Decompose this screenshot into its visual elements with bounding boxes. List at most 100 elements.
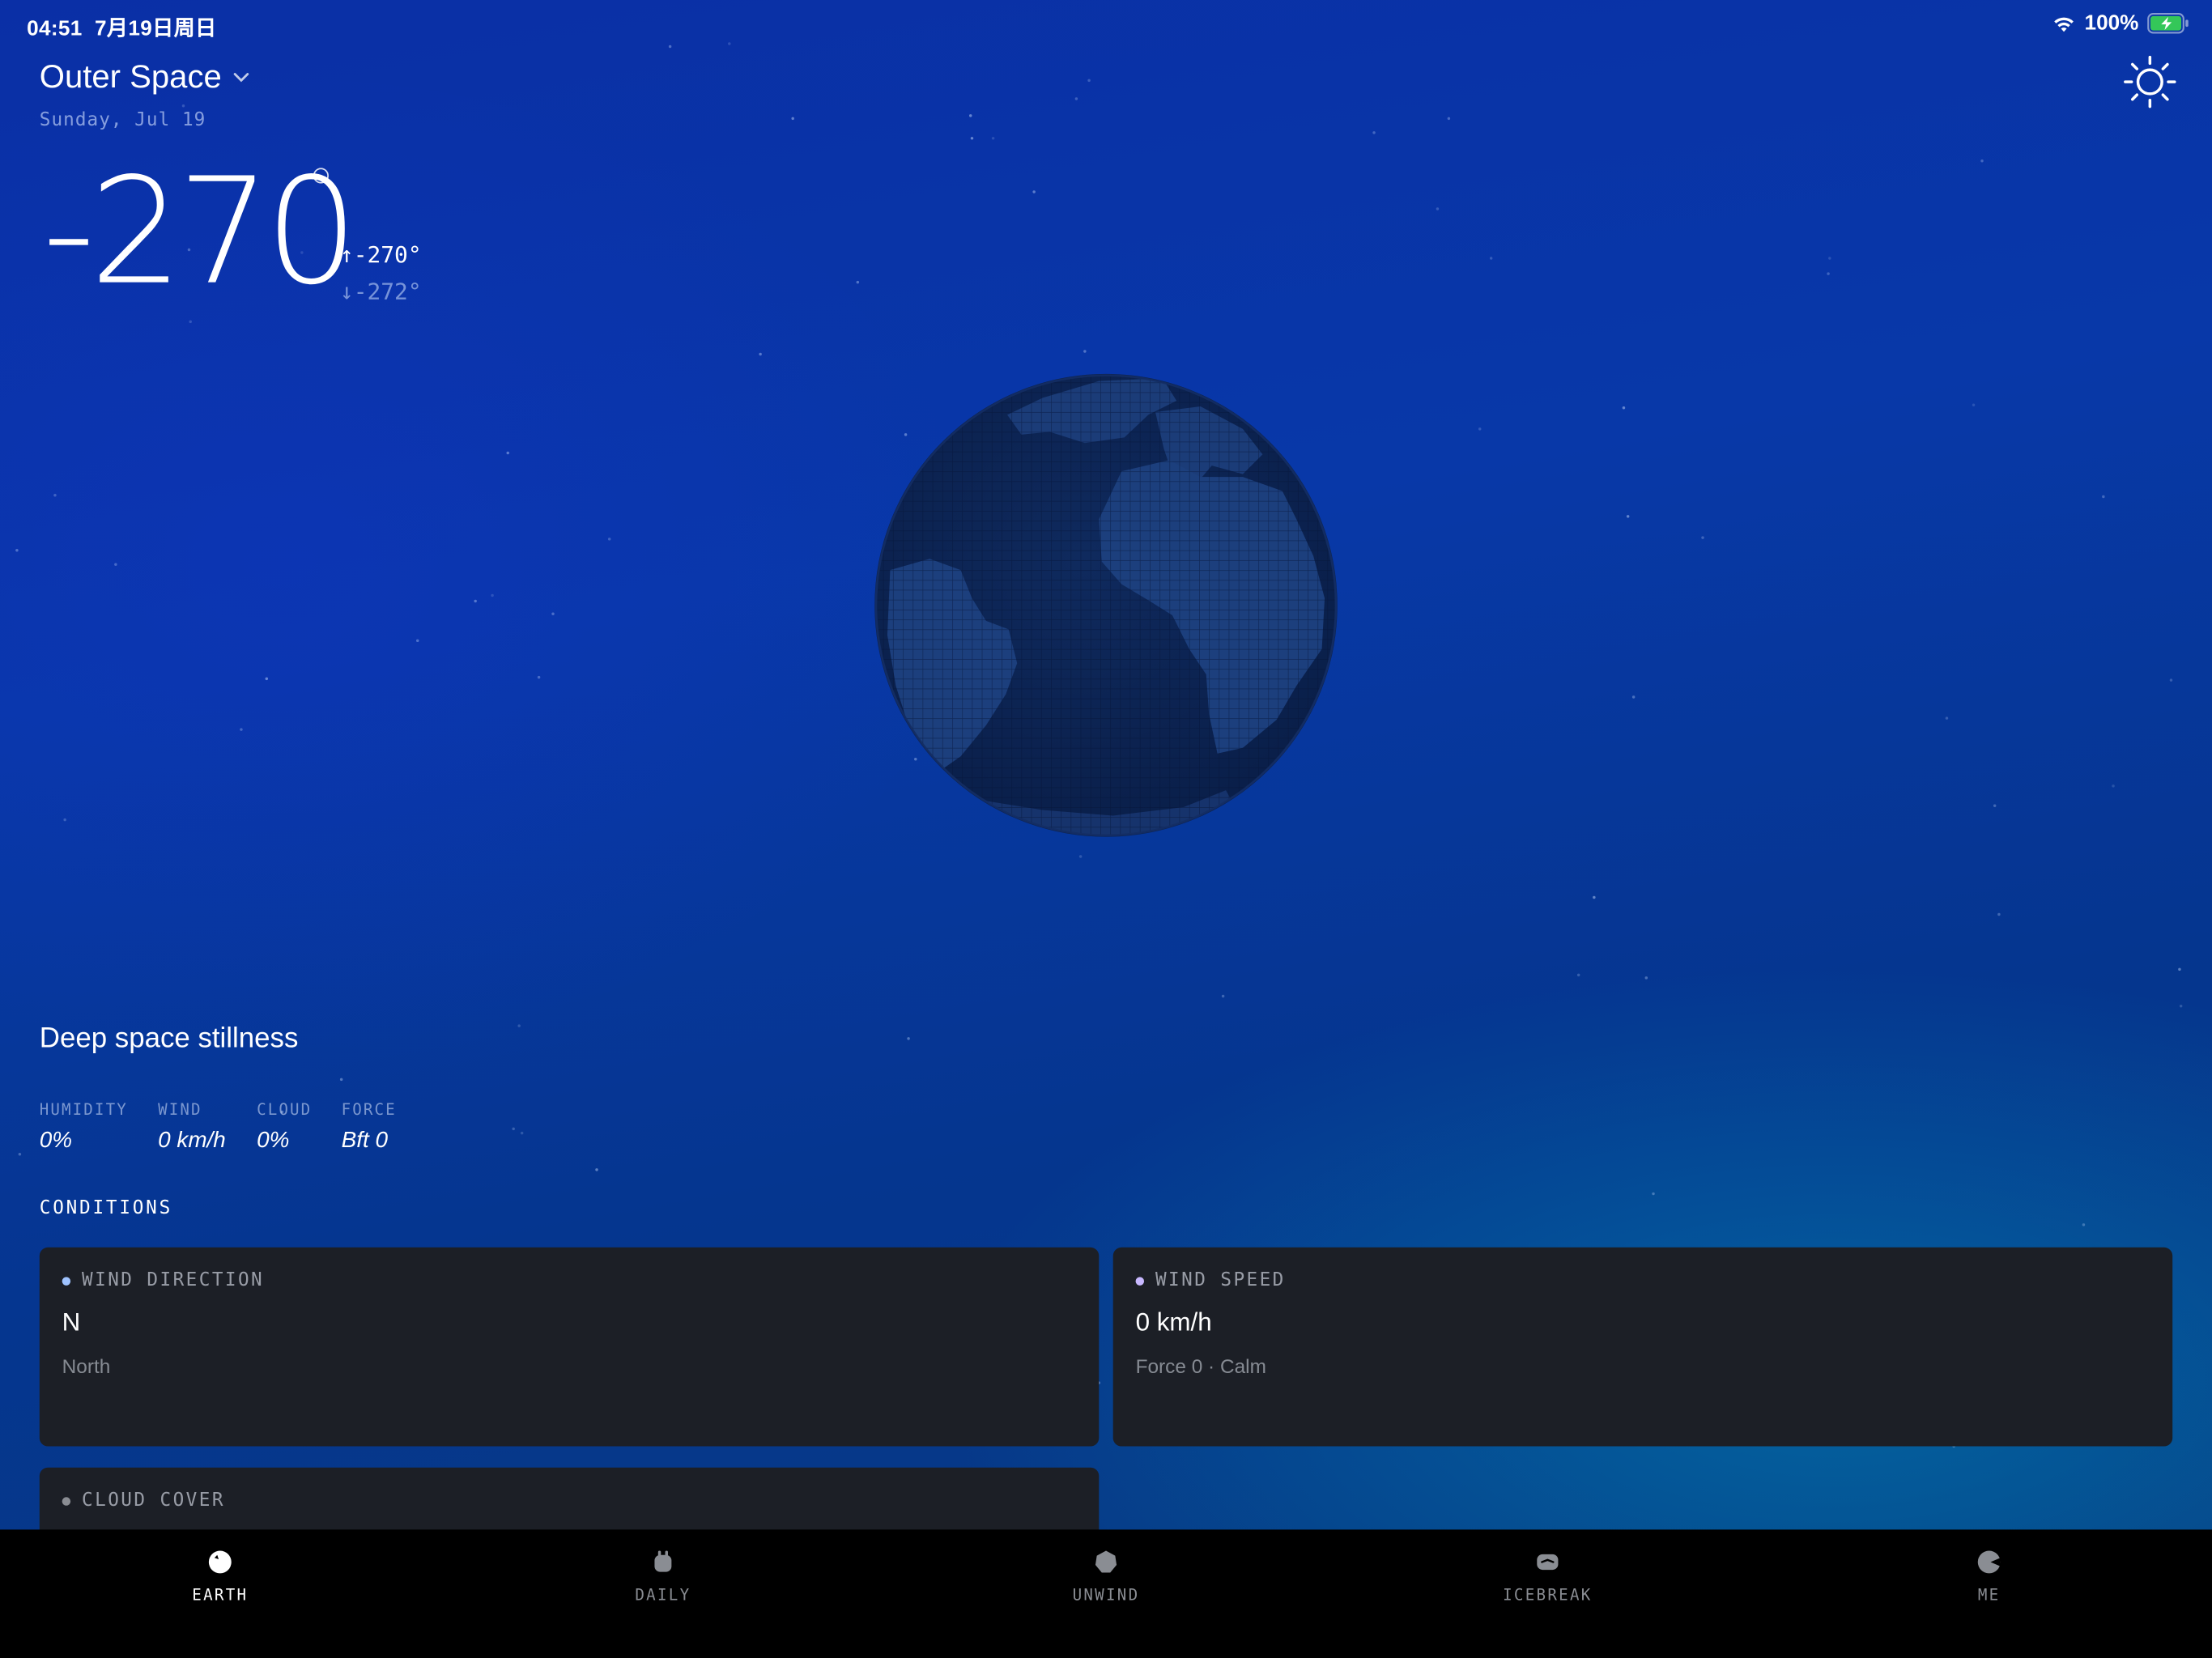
icebreak-icon [1537,1554,1559,1571]
star [2102,495,2105,499]
star [189,321,193,324]
location-name: Outer Space [39,57,222,95]
card-title: WIND DIRECTION [82,1269,265,1291]
star [1078,854,1083,858]
star [15,548,19,551]
star [506,451,510,454]
tab-label: ICEBREAK [1503,1586,1593,1605]
card-title: WIND SPEED [1155,1269,1286,1291]
star [727,41,731,45]
card-dot [62,1496,71,1505]
high-temperature: ↑-270° [339,241,422,269]
location-selector[interactable]: Outer Space [40,57,250,96]
card-subtitle: North [62,1354,111,1378]
star [1700,536,1704,539]
status-bar-time: 04:51 7月19日周日 [27,13,216,43]
low-temperature: ↓-272° [339,278,422,305]
star [63,818,67,822]
star [1074,97,1078,101]
unwind-icon [1095,1550,1117,1573]
star [1083,350,1087,354]
star [182,104,185,108]
degree-symbol [313,168,329,184]
star [1644,976,1648,979]
star [1631,695,1636,699]
star [521,1132,524,1136]
star [607,537,610,541]
star [991,137,994,141]
metric-label: CLOUD [257,1100,313,1120]
card-header: WIND DIRECTION [62,1270,1077,1291]
star [240,728,243,732]
wind-speed-card[interactable]: WIND SPEED 0 km/h Force 0 · Calm [1112,1247,2173,1447]
star [1980,159,1984,163]
star [113,562,117,566]
chevron-down-icon [233,72,249,82]
wind-direction-card[interactable]: WIND DIRECTION N North [39,1247,1100,1447]
earth-screen: 04:51 7月19日周日 100% Outer Space Sunday, J… [0,0,2212,1658]
status-bar-right: 100% [2051,11,2189,36]
card-title: CLOUD COVER [82,1490,225,1511]
sun-icon[interactable] [2121,53,2178,110]
metric-value: 0 km/h [158,1129,226,1154]
tab-bar: EARTH DAILY UNWIND ICEBREAK ME [0,1529,2212,1658]
card-dot [1135,1276,1145,1285]
status-time: 04:51 [27,16,83,41]
high-low: ↑-270° ↓-272° [340,237,422,311]
tab-unwind[interactable]: UNWIND [1021,1550,1190,1605]
star [1972,402,1976,406]
metric-label: HUMIDITY [39,1100,128,1120]
tab-label: ME [1977,1586,2001,1605]
star [669,45,672,49]
metric-humidity: HUMIDITY 0% [40,1101,158,1154]
star [1373,131,1376,135]
metric-wind: WIND 0 km/h [158,1101,257,1154]
star [1489,257,1493,260]
metric-value: 0% [39,1129,73,1154]
current-temperature: -270 [42,145,358,318]
metric-force: FORCE Bft 0 [342,1101,440,1154]
earth-icon [208,1550,232,1574]
star [1827,257,1831,260]
metric-label: FORCE [341,1100,397,1120]
star [1478,427,1482,432]
metric-value: 0% [257,1129,290,1154]
me-icon [1977,1550,2001,1574]
star [1652,1192,1655,1196]
card-value: 0 km/h [1135,1307,1212,1337]
earth-globe[interactable] [874,372,1339,838]
star [907,1037,911,1041]
star [1436,207,1440,210]
star [2082,1222,2085,1226]
tab-earth[interactable]: EARTH [135,1550,304,1605]
star [517,1023,521,1027]
star [1221,993,1224,997]
star [1032,190,1036,193]
star [1993,805,1997,808]
card-header: CLOUD COVER [62,1490,1077,1511]
battery-charging-icon [2147,13,2189,34]
star [1626,514,1629,518]
status-date: 7月19日周日 [94,16,217,41]
metric-cloud: CLOUD 0% [257,1101,342,1154]
wifi-icon [2053,16,2074,32]
card-value: N [62,1307,81,1337]
star [759,353,763,356]
tab-me[interactable]: ME [1904,1550,2074,1605]
star [968,115,972,118]
star [2168,678,2172,682]
battery-percent: 100% [2084,11,2139,36]
tab-label: DAILY [635,1586,691,1605]
metrics-row: HUMIDITY 0% WIND 0 km/h CLOUD 0% FORCE B… [40,1101,440,1154]
star [1997,912,2001,916]
conditions-heading: CONDITIONS [39,1197,173,1219]
star [551,612,555,616]
star [2178,967,2182,971]
star [1087,79,1091,83]
tab-icebreak[interactable]: ICEBREAK [1463,1550,1632,1605]
star [266,677,269,680]
star [594,1168,598,1171]
star [1577,974,1581,977]
star [1946,717,1949,721]
tab-daily[interactable]: DAILY [578,1550,747,1605]
